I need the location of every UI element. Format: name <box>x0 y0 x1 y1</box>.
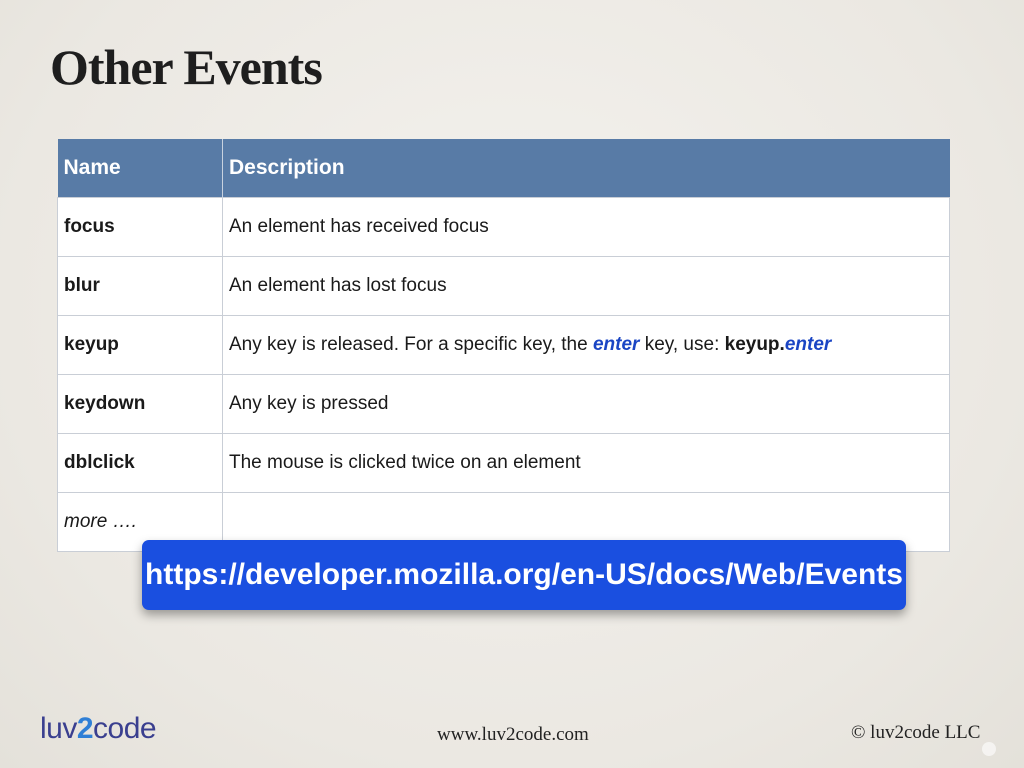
luv2code-logo: luv2code <box>40 712 157 746</box>
table-row: blur An element has lost focus <box>57 256 950 316</box>
event-description: Any key is released. For a specific key,… <box>222 315 950 375</box>
event-description: The mouse is clicked twice on an element <box>222 433 950 493</box>
table-header-row: Name Description <box>57 139 950 198</box>
events-table: Name Description focus An element has re… <box>57 139 950 552</box>
column-header-name: Name <box>57 139 223 198</box>
event-name: keydown <box>57 374 223 434</box>
event-name: blur <box>57 256 223 316</box>
event-description: Any key is pressed <box>222 374 950 434</box>
event-name: dblclick <box>57 433 223 493</box>
logo-two: 2 <box>76 712 94 745</box>
watermark-icon <box>982 742 996 756</box>
table-row: dblclick The mouse is clicked twice on a… <box>57 433 950 493</box>
logo-text: code <box>93 712 157 745</box>
description-text: Any key is released. For a specific key,… <box>229 334 593 355</box>
enter-keyword: enter <box>784 334 832 355</box>
keyup-keyword: keyup. <box>724 334 785 355</box>
table-row: keydown Any key is pressed <box>57 374 950 434</box>
event-description: An element has received focus <box>222 197 950 257</box>
column-header-description: Description <box>222 139 950 198</box>
event-name: keyup <box>57 315 223 375</box>
footer-website: www.luv2code.com <box>437 724 589 745</box>
table-row: focus An element has received focus <box>57 197 950 257</box>
event-description: An element has lost focus <box>222 256 950 316</box>
logo-text: luv <box>40 712 77 745</box>
table-row: keyup Any key is released. For a specifi… <box>57 315 950 375</box>
event-name: focus <box>57 197 223 257</box>
slide-title: Other Events <box>50 39 323 95</box>
mdn-url-link[interactable]: https://developer.mozilla.org/en-US/docs… <box>142 540 906 610</box>
description-text: key, use: <box>639 334 725 355</box>
enter-keyword: enter <box>592 334 640 355</box>
footer-copyright: © luv2code LLC <box>851 722 981 743</box>
